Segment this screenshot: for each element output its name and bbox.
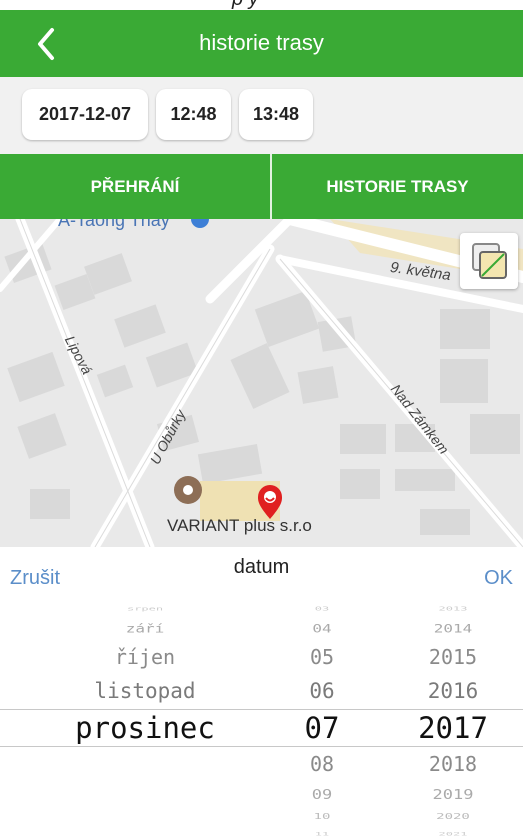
day-option[interactable]: 04 — [282, 622, 362, 635]
ok-button[interactable]: OK — [484, 567, 513, 590]
month-option[interactable]: srpen — [40, 606, 250, 612]
tab-playback[interactable]: PŘEHRÁNÍ — [0, 154, 270, 219]
month-option[interactable]: září — [40, 622, 250, 635]
month-option-selected[interactable]: prosinec — [40, 711, 250, 745]
year-option[interactable]: 2018 — [398, 752, 508, 776]
from-time-chip[interactable]: 12:48 — [156, 89, 231, 140]
year-option[interactable]: 2015 — [398, 645, 508, 669]
day-option[interactable]: 11 — [282, 832, 362, 837]
mode-tabs: PŘEHRÁNÍ HISTORIE TRASY — [0, 154, 523, 219]
to-time-chip[interactable]: 13:48 — [239, 89, 313, 140]
filter-bar: 2017-12-07 12:48 13:48 — [0, 77, 523, 154]
tab-route-history[interactable]: HISTORIE TRASY — [272, 154, 523, 219]
year-option[interactable]: 2013 — [398, 606, 508, 612]
day-wheel[interactable]: 03 04 05 06 07 08 09 10 11 — [282, 597, 362, 838]
year-option[interactable]: 2021 — [398, 832, 508, 837]
picker-title: datum — [233, 556, 290, 578]
day-option[interactable]: 10 — [282, 813, 362, 822]
month-option[interactable]: říjen — [40, 645, 250, 669]
date-picker: Zrušit datum OK srpen září říjen listopa… — [0, 547, 523, 838]
day-option-selected[interactable]: 07 — [282, 711, 362, 745]
year-option[interactable]: 2019 — [398, 787, 508, 803]
year-option[interactable]: 2020 — [398, 813, 508, 822]
layers-icon — [472, 243, 507, 279]
month-wheel[interactable]: srpen září říjen listopad prosinec — [40, 597, 250, 838]
month-option[interactable]: listopad — [40, 679, 250, 703]
location-marker-icon — [174, 476, 202, 504]
day-option[interactable]: 08 — [282, 752, 362, 776]
app-bar: historie trasy — [0, 10, 523, 77]
day-option[interactable]: 05 — [282, 645, 362, 669]
page-title: historie trasy — [199, 30, 324, 55]
year-option[interactable]: 2014 — [398, 622, 508, 635]
year-wheel[interactable]: 2013 2014 2015 2016 2017 2018 2019 2020 … — [398, 597, 508, 838]
map-view[interactable]: A-Taong Thay 9. května Lipová U Obůrky N… — [0, 219, 523, 547]
year-option-selected[interactable]: 2017 — [398, 711, 508, 745]
year-option[interactable]: 2016 — [398, 679, 508, 703]
top-cut-text: p y — [0, 0, 523, 10]
map-label-variant: VARIANT plus s.r.o — [167, 516, 312, 535]
day-option[interactable]: 06 — [282, 679, 362, 703]
map-label-top-poi: A-Taong Thay — [58, 219, 170, 230]
day-option[interactable]: 09 — [282, 787, 362, 803]
date-chip[interactable]: 2017-12-07 — [22, 89, 148, 140]
map-layers-button[interactable] — [460, 233, 518, 289]
day-option[interactable]: 03 — [282, 606, 362, 612]
